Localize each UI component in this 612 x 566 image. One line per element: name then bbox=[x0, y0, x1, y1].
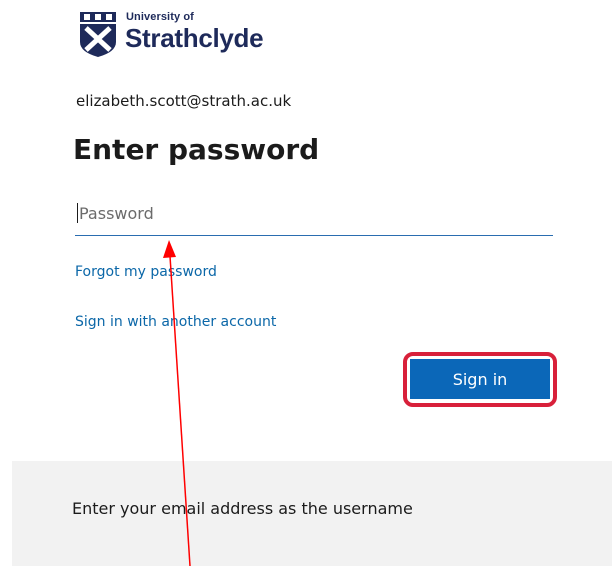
footer-panel: Enter your email address as the username bbox=[12, 461, 612, 566]
password-field-container bbox=[75, 193, 553, 236]
text-cursor bbox=[77, 203, 78, 223]
account-email: elizabeth.scott@strath.ac.uk bbox=[76, 92, 292, 110]
crest-icon bbox=[80, 12, 116, 57]
sign-in-another-account-link[interactable]: Sign in with another account bbox=[75, 314, 276, 330]
logo-line-university: University of bbox=[126, 11, 194, 23]
page-title: Enter password bbox=[73, 133, 320, 166]
sign-in-card: University of Strathclyde elizabeth.scot… bbox=[0, 0, 612, 566]
password-input[interactable] bbox=[75, 193, 549, 233]
forgot-password-link[interactable]: Forgot my password bbox=[75, 264, 217, 280]
logo-line-strathclyde: Strathclyde bbox=[125, 23, 264, 53]
university-logo: University of Strathclyde bbox=[76, 8, 286, 60]
footer-hint-text: Enter your email address as the username bbox=[72, 499, 413, 518]
sign-in-button[interactable]: Sign in bbox=[410, 359, 550, 399]
